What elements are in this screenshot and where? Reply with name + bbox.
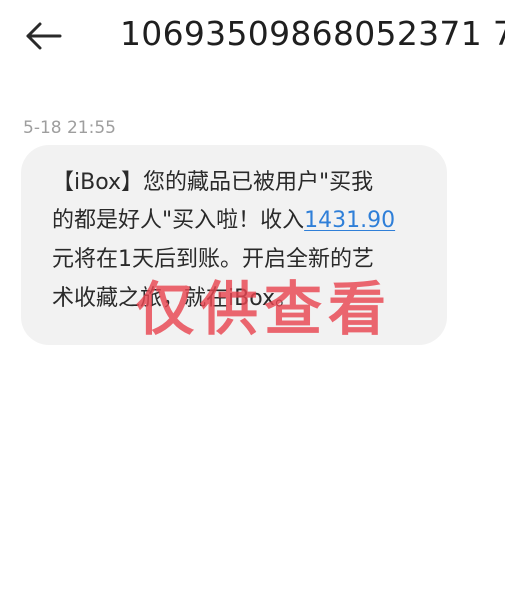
message-text-line-3: 元将在1天后到账。开启全新的艺 xyxy=(52,247,374,272)
app-header: 10693509868052371 7 xyxy=(0,0,505,72)
amount-link[interactable]: 1431.90 xyxy=(304,208,395,233)
message-text-segment: 的都是好人"买入啦！收入 xyxy=(52,208,305,233)
sender-number-title: 10693509868052371 7 xyxy=(120,14,505,53)
message-timestamp: 5-18 21:55 xyxy=(23,118,116,138)
arrow-left-icon xyxy=(26,22,62,50)
message-text-line-2: 的都是好人"买入啦！收入1431.90 xyxy=(52,210,395,232)
back-button[interactable] xyxy=(18,16,66,56)
message-text-line-4: 术收藏之旅，就在iBox。 xyxy=(52,286,298,311)
sms-conversation-screen: 10693509868052371 7 5-18 21:55 【iBox】您的藏… xyxy=(0,0,505,600)
message-text-line-1: 【iBox】您的藏品已被用户"买我 xyxy=(52,170,374,195)
